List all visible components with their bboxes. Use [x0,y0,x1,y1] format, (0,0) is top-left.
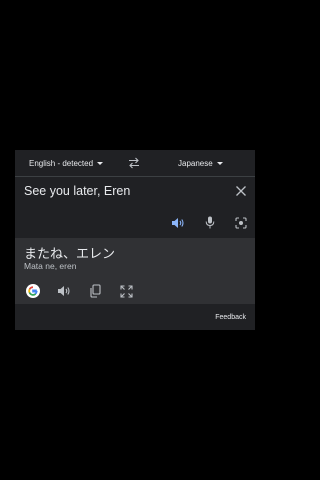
google-logo-icon[interactable] [26,284,40,298]
feedback-bar: Feedback [15,305,255,330]
chevron-down-icon [97,162,104,165]
close-icon[interactable] [235,185,247,197]
romanization-text: Mata ne, eren [24,261,77,271]
source-language-label: English - detected [29,159,94,168]
source-language-selector[interactable]: English - detected [29,159,104,168]
translate-card: English - detected Japanese See you late… [15,150,255,330]
translated-text: またね、エレン [24,247,116,262]
source-input-area[interactable]: See you later, Eren [15,177,255,237]
copy-icon[interactable] [89,284,101,298]
target-language-selector[interactable]: Japanese [178,159,223,168]
speaker-icon[interactable] [57,285,71,297]
feedback-link[interactable]: Feedback [215,314,246,321]
speaker-icon[interactable] [171,217,185,229]
fullscreen-icon[interactable] [120,285,133,298]
chevron-down-icon [216,162,223,165]
target-language-label: Japanese [178,159,213,168]
source-text[interactable]: See you later, Eren [24,184,130,198]
microphone-icon[interactable] [205,216,215,229]
translation-output-area: またね、エレン Mata ne, eren [15,238,255,304]
camera-icon[interactable] [235,217,247,229]
language-bar: English - detected Japanese [15,150,255,177]
swap-icon[interactable] [127,157,141,169]
